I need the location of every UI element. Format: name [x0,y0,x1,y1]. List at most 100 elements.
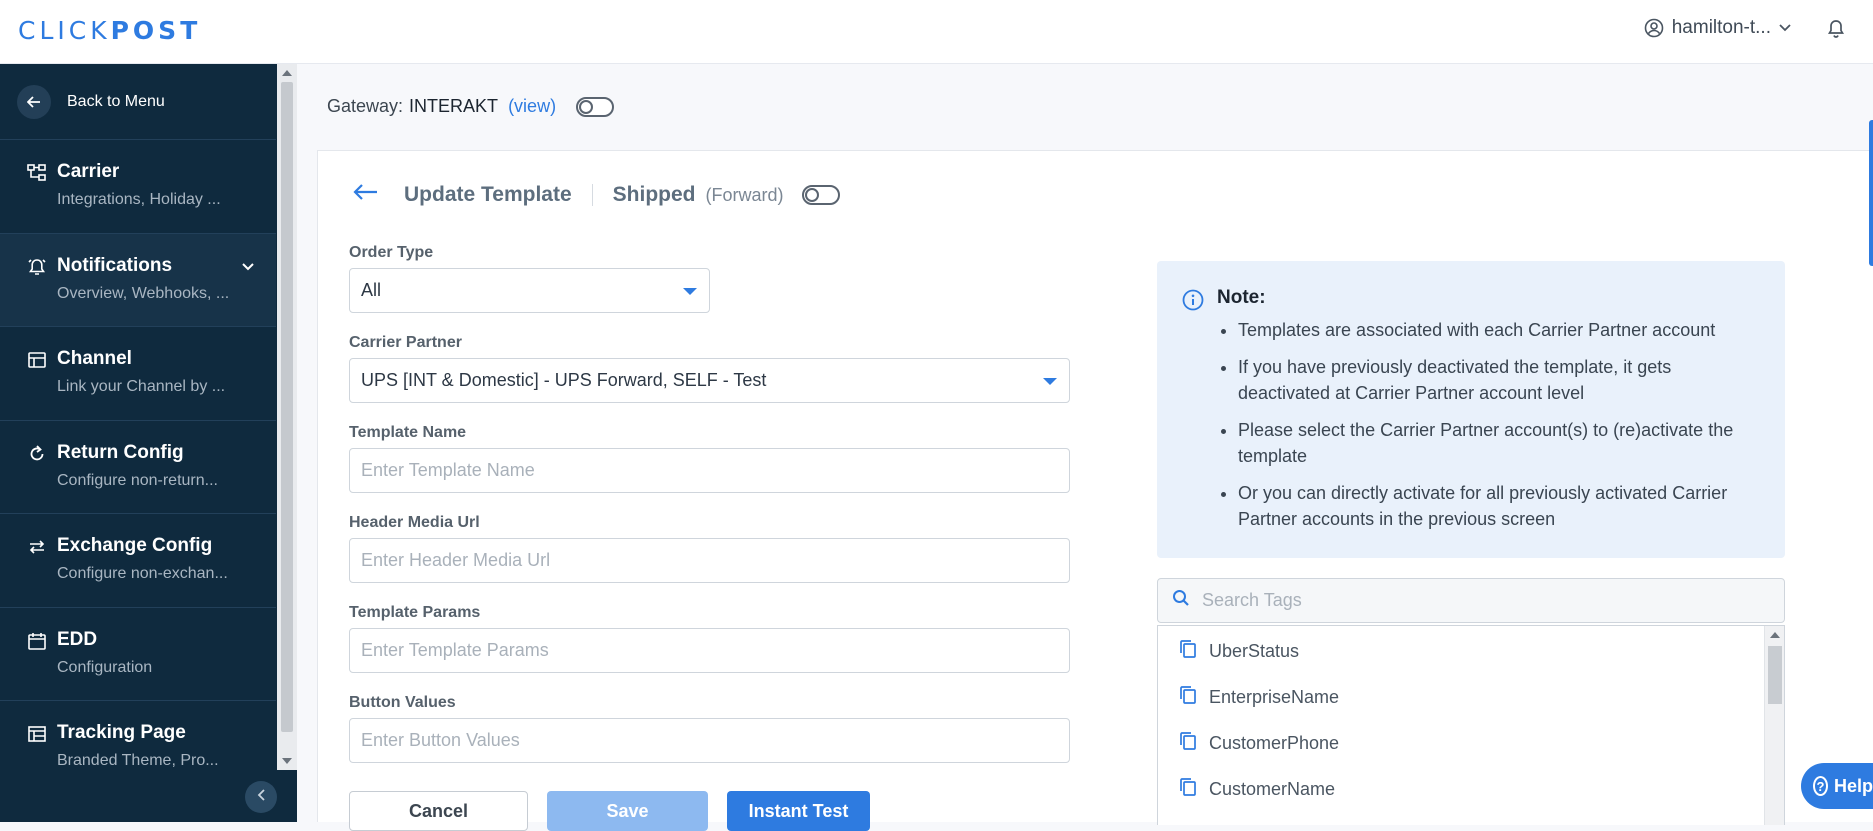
template-direction: (Forward) [705,184,784,205]
tag-label: UberStatus [1209,640,1300,661]
collapse-sidebar-button[interactable] [245,781,277,813]
template-name-input[interactable]: Enter Template Name [349,448,1070,493]
gateway-toggle[interactable] [576,96,615,117]
tag-label: CustomerPhone [1209,732,1340,753]
header-divider [591,184,593,206]
sidebar-item-tracking-page[interactable]: Tracking Page Branded Theme, Pro... [0,701,276,770]
chevron-down-icon [1779,24,1791,32]
sidebar-item-subtitle: Configure non-exchan... [57,565,228,582]
carrier-partner-select[interactable]: UPS [INT & Domestic] - UPS Forward, SELF… [349,358,1070,403]
order-type-select[interactable]: All [349,268,710,313]
top-bar: CLICKPOST hamilton-t... [0,0,1873,64]
note-point: Please select the Carrier Partner accoun… [1238,417,1761,469]
cancel-button[interactable]: Cancel [349,791,528,831]
sidebar-item-return-config[interactable]: Return Config Configure non-return... [0,421,276,514]
scroll-down-arrow-icon[interactable] [282,758,292,764]
back-arrow-icon[interactable] [352,183,378,207]
layout-icon [27,724,47,744]
help-button[interactable]: ? Help [1801,763,1873,809]
note-panel: Note: Templates are associated with each… [1157,261,1785,558]
sidebar-item-title: Return Config [57,441,184,463]
search-icon [1172,589,1190,612]
user-menu[interactable]: hamilton-t... [1644,17,1791,39]
update-template-card: Update Template Shipped (Forward) Order … [317,150,1873,831]
tag-list: UberStatus EnterpriseName CustomerPhone … [1157,625,1785,825]
logo-text-part1: CLICK [18,16,111,45]
gateway-name: INTERAKT [409,96,499,116]
tag-item[interactable]: CustomerPhone [1158,720,1784,766]
sidebar-item-subtitle: Configure non-return... [57,471,218,489]
tag-label: CustomerName [1209,778,1336,799]
header-media-url-input[interactable]: Enter Header Media Url [349,538,1070,583]
template-active-toggle[interactable] [801,185,840,205]
sidebar-item-subtitle: Overview, Webhooks, ... [57,284,230,302]
scroll-up-arrow-icon[interactable] [282,70,292,76]
sidebar-item-carrier[interactable]: Carrier Integrations, Holiday ... [0,140,276,234]
sidebar-scrollbar[interactable] [277,64,297,770]
clickpost-logo[interactable]: CLICKPOST [18,16,201,45]
refresh-icon [27,444,47,464]
scrollbar-thumb[interactable] [1768,646,1782,704]
note-point: Templates are associated with each Carri… [1238,317,1761,343]
sidebar: Back to Menu Carrier Integrations, Holid… [0,64,297,822]
chevron-left-icon [257,788,265,806]
sidebar-item-subtitle: Configuration [57,658,153,676]
tag-label: EnterpriseName [1209,686,1340,707]
calendar-icon [27,631,47,651]
tag-item[interactable]: UberStatus [1158,628,1784,674]
sidebar-item-title: Channel [57,348,132,369]
caret-down-icon [683,288,697,295]
info-icon [1182,289,1204,316]
tag-item[interactable]: EnterpriseName [1158,674,1784,720]
sidebar-item-notifications[interactable]: Notifications Overview, Webhooks, ... [0,233,276,327]
carrier-partner-label: Carrier Partner [349,334,462,351]
scroll-up-arrow-icon[interactable] [1770,632,1780,638]
gateway-view-link[interactable]: (view) [508,96,556,117]
template-params-input[interactable]: Enter Template Params [349,628,1070,673]
sidebar-item-channel[interactable]: Channel Link your Channel by ... [0,327,276,421]
user-icon [1644,18,1664,38]
toggle-knob [579,99,594,114]
chevron-down-icon [242,258,254,276]
sidebar-item-subtitle: Integrations, Holiday ... [57,191,221,208]
note-point: If you have previously deactivated the t… [1238,354,1761,406]
logo-text-part2: POST [110,16,202,45]
note-point: Or you can directly activate for all pre… [1238,480,1761,532]
toggle-knob [804,188,819,202]
copy-icon[interactable] [1179,731,1197,756]
button-values-label: Button Values [349,694,456,711]
template-status: Shipped [612,183,696,206]
gateway-row: Gateway: INTERAKT (view) [327,96,615,117]
copy-icon[interactable] [1179,685,1197,710]
sidebar-item-edd[interactable]: EDD Configuration [0,608,276,701]
note-title: Note: [1217,287,1266,308]
instant-test-button[interactable]: Instant Test [727,791,870,831]
swap-icon [27,537,47,557]
sidebar-item-subtitle: Branded Theme, Pro... [57,752,219,769]
bell-icon[interactable] [1827,19,1845,44]
template-name-label: Template Name [349,424,467,441]
search-tags-input[interactable]: Search Tags [1157,578,1785,623]
sidebar-item-exchange-config[interactable]: Exchange Config Configure non-exchan... [0,514,276,608]
help-label: Help [1833,775,1873,796]
gateway-label: Gateway: [327,96,404,116]
back-to-menu-label: Back to Menu [67,92,165,110]
sidebar-item-title: EDD [57,628,98,650]
save-button[interactable]: Save [547,791,708,831]
sidebar-menu: Back to Menu Carrier Integrations, Holid… [0,64,276,770]
sidebar-item-title: Carrier [57,161,120,182]
side-panel-tab[interactable] [1869,120,1873,266]
alarm-bell-icon [27,257,47,277]
order-type-value: All [361,280,382,300]
sidebar-item-subtitle: Link your Channel by ... [57,378,226,395]
card-header: Update Template Shipped (Forward) [352,183,840,207]
copy-icon[interactable] [1179,777,1197,802]
scrollbar-thumb[interactable] [281,82,293,732]
page-title: Update Template [404,183,572,206]
button-values-input[interactable]: Enter Button Values [349,718,1070,763]
copy-icon[interactable] [1179,639,1197,664]
store-icon [27,350,47,370]
back-to-menu[interactable]: Back to Menu [0,64,276,140]
tag-item[interactable]: CustomerName [1158,766,1784,812]
tag-list-scrollbar[interactable] [1764,626,1784,825]
